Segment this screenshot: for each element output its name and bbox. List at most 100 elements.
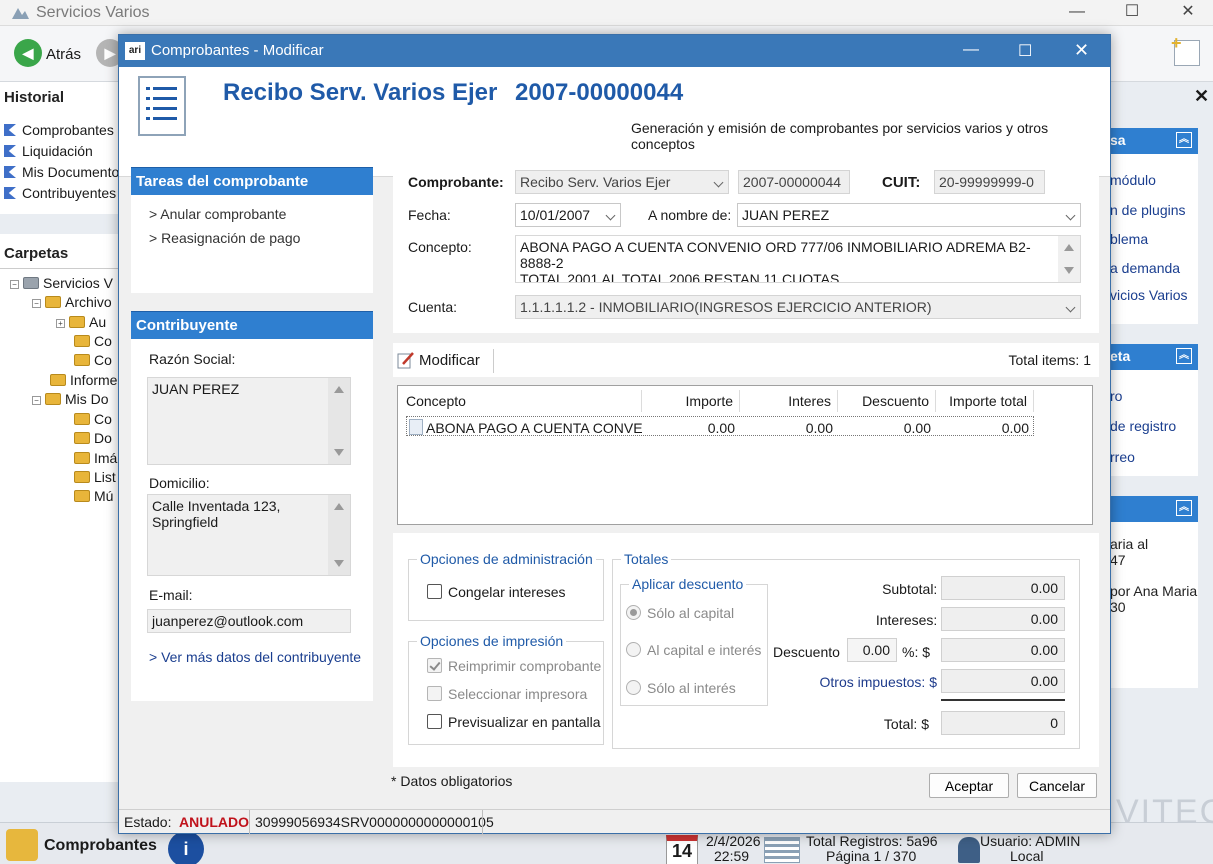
history-title: Historial xyxy=(4,89,65,106)
table-row[interactable]: ABONA PAGO A CUENTA CONVE... 0.00 0.00 0… xyxy=(406,416,1034,436)
column-header[interactable]: Concepto xyxy=(406,390,642,412)
comprobantes-dialog: ari Comprobantes - Modificar — ☐ ✕ Recib… xyxy=(118,34,1111,834)
status-user: Usuario: ADMIN xyxy=(980,833,1081,849)
numero-field[interactable]: 2007-00000044 xyxy=(738,170,850,194)
close-icon[interactable]: ✕ xyxy=(1074,40,1089,61)
cuenta-select[interactable]: 1.1.1.1.1.2 - INMOBILIARIO(INGRESOS EJER… xyxy=(515,295,1081,319)
back-arrow-icon[interactable]: ◀ xyxy=(14,39,42,67)
task-link[interactable]: de registro xyxy=(1110,418,1176,434)
task-link[interactable]: ro xyxy=(1110,388,1122,404)
tree-item[interactable]: + Au xyxy=(56,314,106,330)
collapse-icon[interactable]: ︽ xyxy=(1176,348,1192,364)
concepto-label: Concepto: xyxy=(408,239,472,255)
tree-item[interactable]: Do xyxy=(74,430,112,446)
tree-item[interactable]: Co xyxy=(74,333,112,349)
task-link[interactable]: módulo xyxy=(1110,172,1156,188)
minimize-icon[interactable]: — xyxy=(963,41,979,59)
maximize-icon[interactable]: ☐ xyxy=(1018,41,1032,61)
tree-item[interactable]: Co xyxy=(74,411,112,427)
cancel-voucher-link[interactable]: > Anular comprobante xyxy=(149,206,286,222)
right-section-header[interactable]: eta ︽ xyxy=(1108,344,1198,370)
items-grid[interactable]: Concepto Importe Interes Descuento Impor… xyxy=(397,385,1093,525)
close-icon[interactable]: ✕ xyxy=(1177,2,1199,22)
info-icon[interactable]: i xyxy=(168,831,204,864)
cuit-field[interactable]: 20-99999999-0 xyxy=(934,170,1045,194)
cancel-button[interactable]: Cancelar xyxy=(1017,773,1097,798)
required-note: * Datos obligatorios xyxy=(391,773,513,789)
edit-icon[interactable] xyxy=(397,351,415,369)
select-printer-checkbox[interactable]: Seleccionar impresora xyxy=(427,686,587,702)
discount-capital-interest-radio[interactable]: Al capital e interés xyxy=(626,642,761,658)
descuento-percent-field[interactable]: 0.00 xyxy=(847,638,897,662)
scrollbar[interactable] xyxy=(328,495,350,575)
reassign-payment-link[interactable]: > Reasignación de pago xyxy=(149,230,300,246)
modify-item-button[interactable]: Modificar xyxy=(419,352,480,369)
scrollbar[interactable] xyxy=(1058,236,1080,282)
column-header[interactable]: Importe xyxy=(642,390,740,412)
email-field[interactable]: juanperez@outlook.com xyxy=(147,609,351,633)
discount-capital-radio[interactable]: Sólo al capital xyxy=(626,605,734,621)
back-button-label[interactable]: Atrás xyxy=(46,46,81,63)
print-options-title: Opciones de impresión xyxy=(417,633,567,649)
totals-group: Totales Aplicar descuento Sólo al capita… xyxy=(612,551,1080,749)
razon-social-field[interactable]: JUAN PEREZ xyxy=(147,377,351,465)
otros-value: 0.00 xyxy=(941,669,1065,693)
column-header[interactable]: Importe total xyxy=(936,390,1034,412)
tree-item[interactable]: − Servicios V xyxy=(10,275,113,291)
column-header[interactable]: Interes xyxy=(740,390,838,412)
tree-item[interactable]: − Archivo xyxy=(32,294,112,310)
tree-item[interactable]: Imá xyxy=(74,450,117,466)
freeze-interest-checkbox[interactable]: Congelar intereses xyxy=(427,584,566,600)
contributor-header: Contribuyente xyxy=(131,311,373,339)
admin-options-group: Opciones de administración Congelar inte… xyxy=(408,551,604,621)
task-link[interactable]: blema xyxy=(1110,231,1148,247)
comprobante-select[interactable]: Recibo Serv. Varios Ejer xyxy=(515,170,729,194)
history-flag-icon xyxy=(4,166,16,178)
scrollbar[interactable] xyxy=(328,378,350,464)
tree-item[interactable]: Mú xyxy=(74,488,113,504)
minimize-icon[interactable]: — xyxy=(1066,2,1088,22)
task-link[interactable]: vicios Varios xyxy=(1110,287,1188,303)
reprint-checkbox[interactable]: Reimprimir comprobante xyxy=(427,658,601,674)
discount-interest-radio[interactable]: Sólo al interés xyxy=(626,680,736,696)
tree-item[interactable]: − Mis Do xyxy=(32,391,109,407)
status-time: 22:59 xyxy=(714,848,750,864)
brand-watermark: VITEC xyxy=(1116,793,1213,831)
task-link[interactable]: n de plugins xyxy=(1110,202,1186,218)
history-item[interactable]: Contribuyentes xyxy=(4,185,116,201)
discount-group: Aplicar descuento Sólo al capital Al cap… xyxy=(620,576,768,706)
barcode-text: 30999056934SRV0000000000000105 xyxy=(255,814,494,830)
tree-item[interactable]: List xyxy=(74,469,116,485)
task-link[interactable]: rreo xyxy=(1110,449,1135,465)
tree-item[interactable]: Informe xyxy=(50,372,117,388)
right-section-header[interactable]: sa ︽ xyxy=(1108,128,1198,154)
concepto-field[interactable]: ABONA PAGO A CUENTA CONVENIO ORD 777/06 … xyxy=(515,235,1081,283)
right-section-body: aria al 47 por Ana Maria 30 xyxy=(1108,522,1198,688)
collapse-icon[interactable]: ︽ xyxy=(1176,132,1192,148)
tree-item[interactable]: Co xyxy=(74,352,112,368)
preview-checkbox[interactable]: Previsualizar en pantalla xyxy=(427,714,601,730)
fecha-field[interactable]: 10/01/2007 xyxy=(515,203,621,227)
dialog-title-bar: ari Comprobantes - Modificar — ☐ ✕ xyxy=(119,35,1110,67)
more-contributor-link[interactable]: > Ver más datos del contribuyente xyxy=(149,649,361,665)
column-header[interactable]: Descuento xyxy=(838,390,936,412)
history-item[interactable]: Mis Documentos xyxy=(4,164,126,180)
maximize-icon[interactable]: ☐ xyxy=(1121,2,1143,22)
new-document-icon[interactable]: + xyxy=(1171,33,1200,66)
collapse-icon[interactable]: ︽ xyxy=(1176,500,1192,516)
header-subtitle: Generación y emisión de comprobantes por… xyxy=(631,120,1049,152)
close-pane-icon[interactable]: ✕ xyxy=(1194,86,1209,107)
totals-divider xyxy=(941,699,1065,701)
cell-concepto: ABONA PAGO A CUENTA CONVE... xyxy=(426,420,642,436)
task-link[interactable]: a demanda xyxy=(1110,260,1180,276)
main-title-bar: Servicios Varios — ☐ ✕ xyxy=(0,0,1213,26)
right-section-header[interactable]: ︽ xyxy=(1108,496,1198,522)
history-item[interactable]: Comprobantes xyxy=(4,122,114,138)
other-taxes-link[interactable]: Otros impuestos: $ xyxy=(819,674,938,690)
history-item[interactable]: Liquidación xyxy=(4,143,93,159)
accept-button[interactable]: Aceptar xyxy=(929,773,1009,798)
nombre-select[interactable]: JUAN PEREZ xyxy=(737,203,1081,227)
domicilio-field[interactable]: Calle Inventada 123, Springfield xyxy=(147,494,351,576)
cuit-label: CUIT: xyxy=(882,174,921,191)
total-value: 0 xyxy=(941,711,1065,735)
